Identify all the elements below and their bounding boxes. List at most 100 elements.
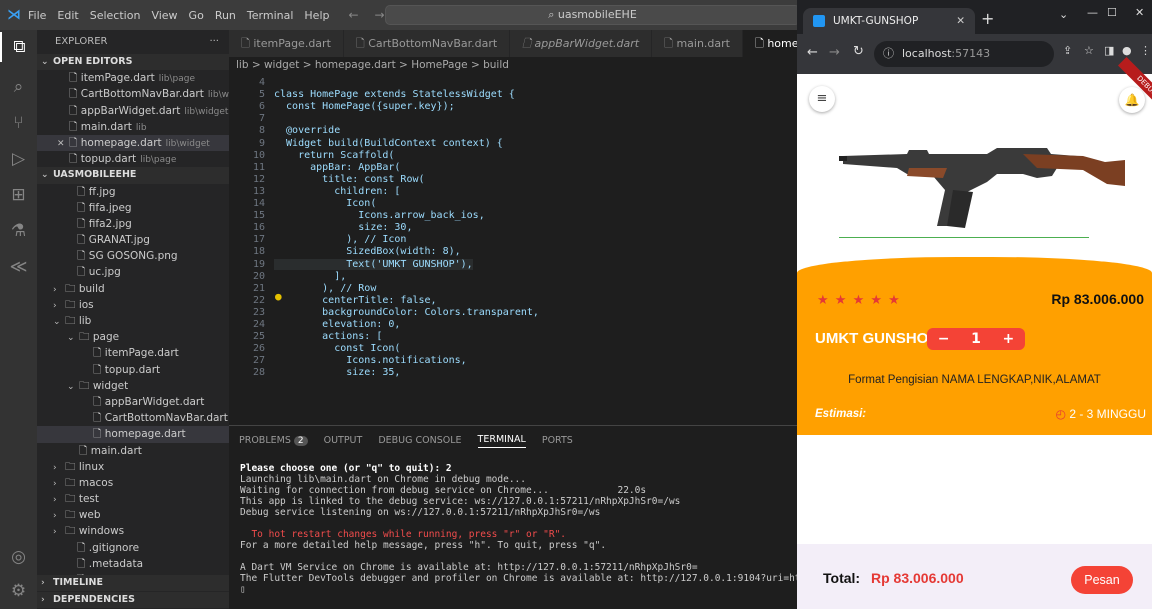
explorer-icon[interactable]: ⧉ (0, 32, 37, 62)
total-value: Rp 83.006.000 (871, 570, 964, 586)
menu-go[interactable]: Go (189, 9, 204, 22)
line-number: 28 (252, 367, 265, 379)
file-item[interactable]: 🗋 SG GOSONG.png (37, 248, 229, 264)
tab-debug-console[interactable]: DEBUG CONSOLE (378, 435, 461, 446)
increment-button[interactable]: + (1002, 331, 1014, 347)
forward-icon[interactable]: → (829, 45, 840, 60)
tab-homepage[interactable]: 🗋 homepage.dart ✕ (742, 30, 797, 57)
menu-terminal[interactable]: Terminal (247, 9, 294, 22)
clock-icon: ◴ (1055, 407, 1070, 421)
tab-terminal[interactable]: TERMINAL (477, 434, 526, 448)
forward-arrow-icon[interactable]: → (375, 8, 385, 22)
menu-view[interactable]: View (151, 9, 177, 22)
new-tab-icon[interactable]: + (981, 9, 994, 28)
file-item[interactable]: 🗋 GRANAT.jpg (37, 232, 229, 248)
close-window-icon[interactable]: ✕ (1135, 6, 1144, 19)
more-actions-icon[interactable]: ··· (209, 30, 219, 54)
maximize-icon[interactable]: ☐ (1107, 6, 1117, 19)
pesan-button[interactable]: Pesan (1071, 566, 1133, 594)
open-editor-item[interactable]: 🗋 appBarWidget.dart lib\widget (37, 103, 229, 119)
run-debug-icon[interactable]: ▷ (0, 144, 37, 174)
estimasi-value-wrapper: ◴ 2 - 3 MINGGU (1056, 407, 1147, 421)
share-icon[interactable]: ⇪ (1063, 44, 1072, 57)
file-item[interactable]: 🗋 main.dart (37, 443, 229, 459)
close-tab-icon[interactable]: ✕ (956, 8, 965, 34)
file-item[interactable]: 🗋 .metadata (37, 556, 229, 572)
back-arrow-icon[interactable]: ← (348, 8, 358, 22)
command-search[interactable]: ⌕ uasmobileEHE (385, 5, 800, 25)
menu-selection[interactable]: Selection (90, 9, 141, 22)
bookmark-star-icon[interactable]: ☆ (1084, 44, 1094, 57)
folder-item[interactable]: › 🗀 test (37, 491, 229, 507)
flutter-icon[interactable]: ≪ (0, 252, 37, 282)
account-icon[interactable]: ◎ (0, 542, 37, 572)
file-name: uc.jpg (88, 266, 121, 279)
file-item[interactable]: 🗋 topup.dart (37, 362, 229, 378)
source-control-icon[interactable]: ⑂ (0, 108, 37, 138)
browser-tab[interactable]: UMKT-GUNSHOP ✕ (803, 8, 975, 34)
menu-run[interactable]: Run (215, 9, 236, 22)
file-item[interactable]: 🗋 fifa.jpeg (37, 200, 229, 216)
breadcrumb[interactable]: lib > widget > homepage.dart > HomePage … (229, 57, 797, 73)
file-item[interactable]: 🗋 uc.jpg (37, 264, 229, 280)
tab-output[interactable]: OUTPUT (324, 435, 363, 446)
reload-icon[interactable]: ↻ (853, 44, 864, 59)
open-editor-item[interactable]: 🗋 itemPage.dart lib\page (37, 70, 229, 86)
back-icon[interactable]: ← (807, 45, 818, 60)
lightbulb-icon[interactable]: ● (275, 290, 282, 303)
tab-appbarwidget[interactable]: 🗋 appBarWidget.dart (510, 30, 653, 57)
notification-bell-icon[interactable]: 🔔 (1119, 87, 1145, 113)
tab-problems[interactable]: PROBLEMS 2 (239, 435, 308, 446)
extensions-icon[interactable]: ⊞ (0, 180, 37, 210)
url-field[interactable]: ⓘ localhost:57143 (874, 41, 1054, 67)
close-icon[interactable]: ✕ (57, 136, 69, 151)
folder-item[interactable]: › 🗀 windows (37, 523, 229, 539)
file-item[interactable]: 🗋 ff.jpg (37, 184, 229, 200)
search-icon[interactable]: ⌕ (0, 72, 37, 102)
tab-cartbottomnavbar[interactable]: 🗋 CartBottomNavBar.dart (343, 30, 511, 57)
tab-main[interactable]: 🗋 main.dart (652, 30, 743, 57)
project-header[interactable]: ⌄ UASMOBILEEHE (37, 167, 229, 184)
tab-label: appBarWidget.dart (534, 37, 640, 50)
testing-icon[interactable]: ⚗ (0, 216, 37, 246)
open-editor-item[interactable]: 🗋 topup.dart lib\page (37, 151, 229, 167)
code-editor[interactable]: 4 5 class HomePage extends StatelessWidget… (229, 73, 797, 425)
sidepanel-icon[interactable]: ◨ (1104, 44, 1114, 57)
open-editor-item[interactable]: 🗋 CartBottomNavBar.dartlib\widget (37, 86, 229, 102)
tab-ports[interactable]: PORTS (542, 435, 573, 446)
folder-item[interactable]: › 🗀 linux (37, 459, 229, 475)
menu-edit[interactable]: Edit (57, 9, 78, 22)
folder-item[interactable]: › 🗀 build (37, 281, 229, 297)
folder-item[interactable]: ⌄ 🗀 widget (37, 378, 229, 394)
open-editors-header[interactable]: ⌄ OPEN EDITORS (37, 54, 229, 71)
folder-item[interactable]: ⌄ 🗀 page (37, 329, 229, 345)
folder-item[interactable]: › 🗀 ios (37, 297, 229, 313)
file-item[interactable]: 🗋 appBarWidget.dart (37, 394, 229, 410)
open-editor-item[interactable]: ✕ 🗋 homepage.dart lib\widget (37, 134, 229, 152)
folder-item[interactable]: › 🗀 web (37, 507, 229, 523)
folder-item[interactable]: › 🗀 macos (37, 475, 229, 491)
dependencies-section[interactable]: › DEPENDENCIES (37, 591, 229, 608)
file-item[interactable]: 🗋 homepage.dart (37, 426, 229, 443)
code-line: const Icon( (274, 343, 401, 355)
settings-gear-icon[interactable]: ⚙ (0, 576, 37, 606)
tab-search-icon[interactable]: ⌄ (1059, 8, 1068, 21)
file-item[interactable]: 🗋 fifa2.jpg (37, 216, 229, 232)
menu-file[interactable]: File (28, 9, 46, 22)
decrement-button[interactable]: − (938, 331, 950, 347)
minimize-icon[interactable]: — (1087, 6, 1098, 19)
terminal-output[interactable]: Please choose one (or "q" to quit): 2 Lau… (229, 455, 797, 609)
file-item[interactable]: 🗋 CartBottomNavBar.dart (37, 410, 229, 426)
file-item[interactable]: 🗋 .gitignore (37, 540, 229, 556)
profile-icon[interactable]: ● (1122, 44, 1132, 57)
folder-item[interactable]: ⌄ 🗀 lib (37, 313, 229, 329)
line-number: 26 (252, 343, 265, 355)
chrome-menu-icon[interactable]: ⋮ (1140, 44, 1151, 57)
menu-help[interactable]: Help (304, 9, 329, 22)
menu-hamburger-icon[interactable]: ≡ (809, 86, 835, 112)
file-item[interactable]: 🗋 itemPage.dart (37, 345, 229, 361)
open-editor-item[interactable]: 🗋 main.dart lib (37, 119, 229, 135)
timeline-section[interactable]: › TIMELINE (37, 574, 229, 591)
estimasi-label: Estimasi: (815, 408, 867, 420)
tab-itempage[interactable]: 🗋 itemPage.dart (229, 30, 344, 57)
